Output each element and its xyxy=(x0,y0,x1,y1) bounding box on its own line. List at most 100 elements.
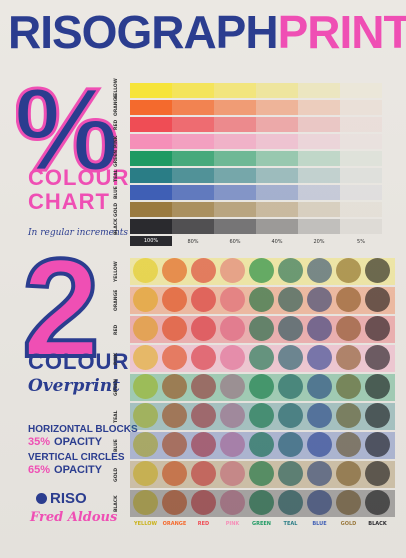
overprint-circle xyxy=(365,403,390,428)
tint-swatch xyxy=(340,219,382,234)
overprint-circle xyxy=(191,403,216,428)
overprint-circle xyxy=(365,316,390,341)
tint-swatch xyxy=(172,134,214,149)
overprint-circle xyxy=(220,461,245,486)
overprint-circle xyxy=(249,403,274,428)
tint-swatch xyxy=(298,117,340,132)
tint-swatch xyxy=(172,117,214,132)
vertical-percent: 65% xyxy=(28,464,51,476)
tint-swatch xyxy=(298,100,340,115)
colour-chart-heading-line2: CHART xyxy=(28,189,110,214)
tint-swatch xyxy=(130,83,172,98)
tint-row-label: BLUE xyxy=(114,186,119,199)
title-part-risograph: RISOGRAPH xyxy=(8,6,279,58)
tint-swatch xyxy=(130,100,172,115)
overprint-circle xyxy=(249,287,274,312)
overprint-circle xyxy=(220,287,245,312)
tint-swatch xyxy=(298,185,340,200)
overprint-circle xyxy=(220,432,245,457)
tint-swatch xyxy=(214,168,256,183)
fred-aldous-logo: Fred Aldous xyxy=(30,510,118,525)
overprint-circle xyxy=(307,490,332,515)
tint-swatch xyxy=(340,100,382,115)
tint-swatch xyxy=(298,219,340,234)
tint-swatch xyxy=(172,151,214,166)
tint-percent-label: 60% xyxy=(229,239,241,245)
horizontal-blocks-opacity: 35% OPACITY xyxy=(28,436,102,448)
tint-swatch xyxy=(256,151,298,166)
overprint-circle xyxy=(278,432,303,457)
poster-title: RISOGRAPHPRINTING xyxy=(8,6,406,58)
overprint-circle xyxy=(278,374,303,399)
overprint-circle xyxy=(365,258,390,283)
overprint-circle xyxy=(336,490,361,515)
tint-swatch xyxy=(172,168,214,183)
tint-swatch xyxy=(298,134,340,149)
overprint-circle xyxy=(162,490,187,515)
overprint-circle xyxy=(162,287,187,312)
tint-percent-label: 80% xyxy=(187,239,199,245)
overprint-circle xyxy=(191,374,216,399)
overprint-circle xyxy=(220,258,245,283)
overprint-circle xyxy=(133,403,158,428)
overprint-circle xyxy=(307,403,332,428)
overprint-row-label: YELLOW xyxy=(114,261,119,282)
tint-swatch xyxy=(130,168,172,183)
overprint-circle xyxy=(336,461,361,486)
tint-row-label: BLACK xyxy=(114,218,119,235)
overprint-circle xyxy=(278,258,303,283)
overprint-row-label: RED xyxy=(114,324,119,335)
tint-swatch xyxy=(256,134,298,149)
overprint-circle xyxy=(133,374,158,399)
overprint-circle xyxy=(191,461,216,486)
tint-swatch xyxy=(130,117,172,132)
overprint-circle xyxy=(336,403,361,428)
horizontal-opacity-word: OPACITY xyxy=(54,436,103,448)
overprint-row-label: BLACK xyxy=(114,495,119,512)
overprint-circle xyxy=(191,432,216,457)
overprint-circle xyxy=(307,432,332,457)
tint-swatch xyxy=(256,117,298,132)
overprint-circle xyxy=(162,345,187,370)
tint-swatch xyxy=(340,185,382,200)
overprint-circle xyxy=(191,258,216,283)
overprint-circle xyxy=(133,345,158,370)
vertical-opacity-word: OPACITY xyxy=(54,464,103,476)
overprint-row-label: GREEN xyxy=(114,378,119,397)
overprint-circle xyxy=(220,490,245,515)
overprint-row-label: PINK xyxy=(114,352,119,365)
tint-percent-label: 100% xyxy=(130,236,172,246)
tint-swatch xyxy=(256,168,298,183)
overprint-circle xyxy=(307,287,332,312)
overprint-circle xyxy=(365,490,390,515)
overprint-circle xyxy=(191,345,216,370)
overprint-circle xyxy=(133,432,158,457)
tint-swatch xyxy=(340,117,382,132)
tint-swatch xyxy=(298,168,340,183)
overprint-circle xyxy=(249,490,274,515)
overprint-circle xyxy=(162,461,187,486)
tint-swatch xyxy=(214,134,256,149)
overprint-circle xyxy=(307,461,332,486)
tint-swatch xyxy=(340,168,382,183)
overprint-row-label: BLUE xyxy=(114,439,119,452)
tint-swatch xyxy=(214,100,256,115)
tint-swatch xyxy=(172,83,214,98)
tint-row-label: RED xyxy=(114,119,119,130)
tint-swatch xyxy=(298,151,340,166)
overprint-circle xyxy=(307,374,332,399)
tint-swatch xyxy=(340,151,382,166)
tint-swatch xyxy=(172,202,214,217)
overprint-circle xyxy=(162,374,187,399)
overprint-circle xyxy=(307,258,332,283)
overprint-circle xyxy=(336,287,361,312)
tint-swatch xyxy=(130,219,172,234)
overprint-circle xyxy=(191,316,216,341)
vertical-circles-label: VERTICAL CIRCLES xyxy=(28,452,125,463)
tint-swatch xyxy=(214,202,256,217)
tint-swatch xyxy=(256,219,298,234)
overprint-circle xyxy=(162,432,187,457)
overprint-circle xyxy=(365,461,390,486)
number-two-graphic: 2 xyxy=(20,246,102,362)
tint-swatch xyxy=(214,83,256,98)
